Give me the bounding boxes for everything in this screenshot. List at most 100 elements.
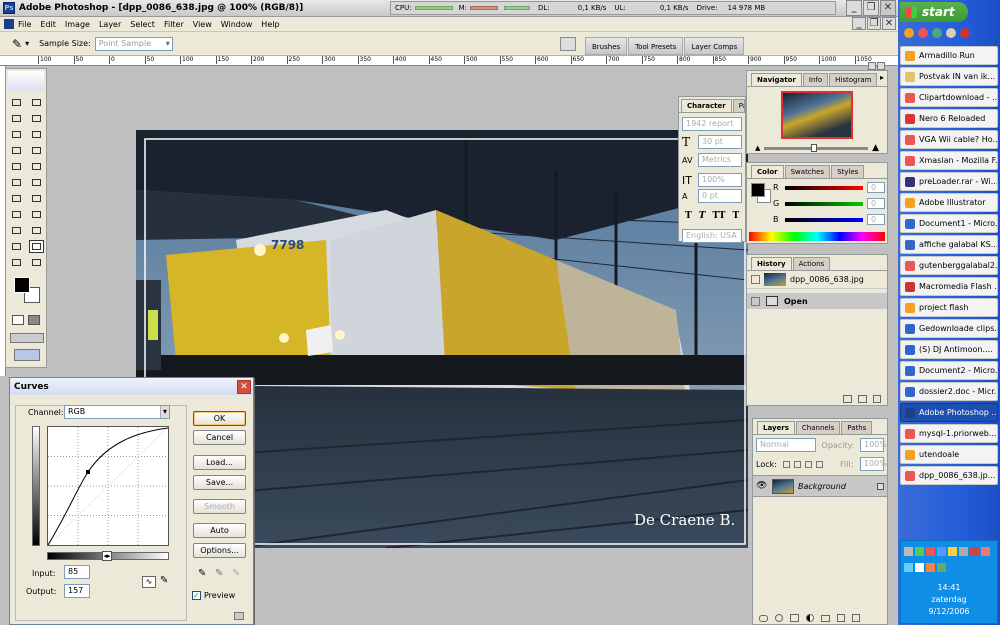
options-button[interactable]: Options...: [193, 543, 246, 558]
minimize-button[interactable]: _: [846, 0, 862, 16]
zoom-slider[interactable]: [764, 143, 869, 152]
history-brush-icon[interactable]: [751, 275, 760, 284]
gradient-tool-icon[interactable]: [29, 176, 44, 189]
tab-info[interactable]: Info: [802, 73, 829, 86]
quick-launch-icon-1[interactable]: [904, 28, 914, 38]
menu-select[interactable]: Select: [130, 20, 155, 29]
faux-italic-button[interactable]: T: [699, 211, 706, 221]
tray-icon-10[interactable]: [915, 562, 924, 572]
r-field[interactable]: 0: [867, 182, 885, 193]
lock-pixels-icon[interactable]: [794, 460, 802, 468]
tray-icon-12[interactable]: [937, 562, 946, 572]
fill-field[interactable]: 100%: [859, 457, 887, 471]
menu-file[interactable]: File: [18, 20, 31, 29]
tab-history[interactable]: History: [751, 257, 792, 270]
delete-layer-icon[interactable]: [852, 614, 860, 622]
channel-dropdown-icon[interactable]: ▾: [159, 406, 169, 418]
tray-icon-7[interactable]: [970, 546, 979, 556]
menu-window[interactable]: Window: [221, 20, 253, 29]
tab-styles[interactable]: Styles: [831, 165, 865, 178]
restore-button[interactable]: ❐: [863, 0, 879, 16]
history-step-open[interactable]: Open: [747, 293, 887, 309]
history-snapshot-row[interactable]: dpp_0086_638.jpg: [747, 271, 887, 289]
navigator-menu-icon[interactable]: ▸: [880, 73, 884, 82]
gray-eyedropper-icon[interactable]: ✎: [215, 568, 223, 579]
healing-brush-tool-icon[interactable]: [9, 144, 24, 157]
blend-mode-select[interactable]: Normal: [756, 438, 816, 452]
g-field[interactable]: 0: [867, 198, 885, 209]
doc-close-button[interactable]: ✕: [882, 17, 896, 30]
tab-histogram[interactable]: Histogram: [829, 73, 878, 86]
pencil-mode-icon[interactable]: ✎: [160, 575, 168, 586]
close-button[interactable]: ✕: [880, 0, 896, 16]
white-eyedropper-icon[interactable]: ✎: [232, 568, 240, 579]
tool-preset-arrow-icon[interactable]: ▾: [25, 39, 29, 48]
notes-tool-icon[interactable]: [9, 240, 24, 253]
font-family-field[interactable]: 1942 report: [682, 117, 742, 131]
path-selection-tool-icon[interactable]: [9, 208, 24, 221]
resize-grip-icon[interactable]: [234, 612, 244, 620]
baseline-field[interactable]: 0 pt: [698, 189, 742, 203]
font-size-field[interactable]: 30 pt: [698, 135, 742, 149]
doc-restore-button[interactable]: ❐: [867, 17, 881, 30]
navigator-minimize-button[interactable]: [868, 62, 876, 70]
taskbar-button[interactable]: Macromedia Flash ...: [900, 277, 998, 296]
taskbar-button[interactable]: Document1 - Micro...: [900, 214, 998, 233]
small-caps-button[interactable]: T: [732, 211, 739, 221]
new-document-icon[interactable]: [843, 395, 852, 403]
eraser-tool-icon[interactable]: [9, 176, 24, 189]
zoom-in-icon[interactable]: ▲: [872, 143, 879, 153]
sample-size-select[interactable]: Point Sample ▾: [94, 36, 173, 51]
menu-image[interactable]: Image: [65, 20, 90, 29]
taskbar-button[interactable]: Clipartdownload - ...: [900, 88, 998, 107]
well-tab-layer-comps[interactable]: Layer Comps: [684, 37, 745, 55]
blur-tool-icon[interactable]: [9, 192, 24, 205]
tray-icon-9[interactable]: [904, 562, 913, 572]
zoom-out-icon[interactable]: ▲: [755, 144, 760, 152]
save-button[interactable]: Save...: [193, 475, 246, 490]
slice-tool-icon[interactable]: [29, 128, 44, 141]
taskbar-button[interactable]: affiche galabal KS...: [900, 235, 998, 254]
curve-graph[interactable]: [47, 426, 169, 546]
tab-layers[interactable]: Layers: [757, 421, 795, 434]
taskbar-button[interactable]: Postvak IN van ik...: [900, 67, 998, 86]
color-spectrum-bar[interactable]: [749, 232, 885, 241]
start-button[interactable]: start: [900, 2, 968, 22]
taskbar-button[interactable]: Armadillo Run: [900, 46, 998, 65]
tab-character[interactable]: Character: [681, 99, 732, 112]
lock-transparency-icon[interactable]: [783, 460, 791, 468]
tab-paths[interactable]: Paths: [841, 421, 873, 434]
crop-tool-icon[interactable]: [9, 128, 24, 141]
standard-mode-icon[interactable]: [28, 315, 40, 325]
clone-stamp-tool-icon[interactable]: [9, 160, 24, 173]
quick-launch-icon-4[interactable]: [946, 28, 956, 38]
taskbar-button[interactable]: Nero 6 Reloaded: [900, 109, 998, 128]
layer-row-background[interactable]: 👁 Background: [753, 475, 887, 497]
layer-mask-icon[interactable]: [790, 614, 799, 622]
brush-tool-icon[interactable]: [29, 144, 44, 157]
history-brush-tool-icon[interactable]: [29, 160, 44, 173]
layer-style-icon[interactable]: [775, 614, 783, 622]
language-field[interactable]: English: USA: [682, 229, 742, 243]
lock-all-icon[interactable]: [816, 460, 824, 468]
taskbar-button[interactable]: project flash: [900, 298, 998, 317]
color-fg-swatch[interactable]: [751, 183, 765, 197]
r-slider[interactable]: [785, 185, 863, 190]
snapshot-icon[interactable]: [858, 395, 867, 403]
kerning-field[interactable]: Metrics: [698, 153, 742, 167]
pen-tool-icon[interactable]: [9, 224, 24, 237]
eyedropper-tool-icon[interactable]: [29, 240, 44, 253]
tab-navigator[interactable]: Navigator: [751, 73, 802, 86]
zoom-tool-icon[interactable]: [29, 256, 44, 269]
adobe-feather-icon[interactable]: [8, 71, 44, 91]
taskbar-button[interactable]: gutenberggalabal2...: [900, 256, 998, 275]
hand-tool-icon[interactable]: [9, 256, 24, 269]
eyedropper-tool-icon[interactable]: ✎: [12, 37, 22, 51]
menu-filter[interactable]: Filter: [164, 20, 184, 29]
all-caps-button[interactable]: TT: [712, 211, 725, 221]
jump-to-imageready-icon[interactable]: [14, 349, 40, 361]
curves-close-button[interactable]: ✕: [237, 379, 251, 394]
tab-color[interactable]: Color: [751, 165, 784, 178]
output-field[interactable]: 157: [64, 584, 90, 598]
tray-icon-4[interactable]: [937, 546, 946, 556]
